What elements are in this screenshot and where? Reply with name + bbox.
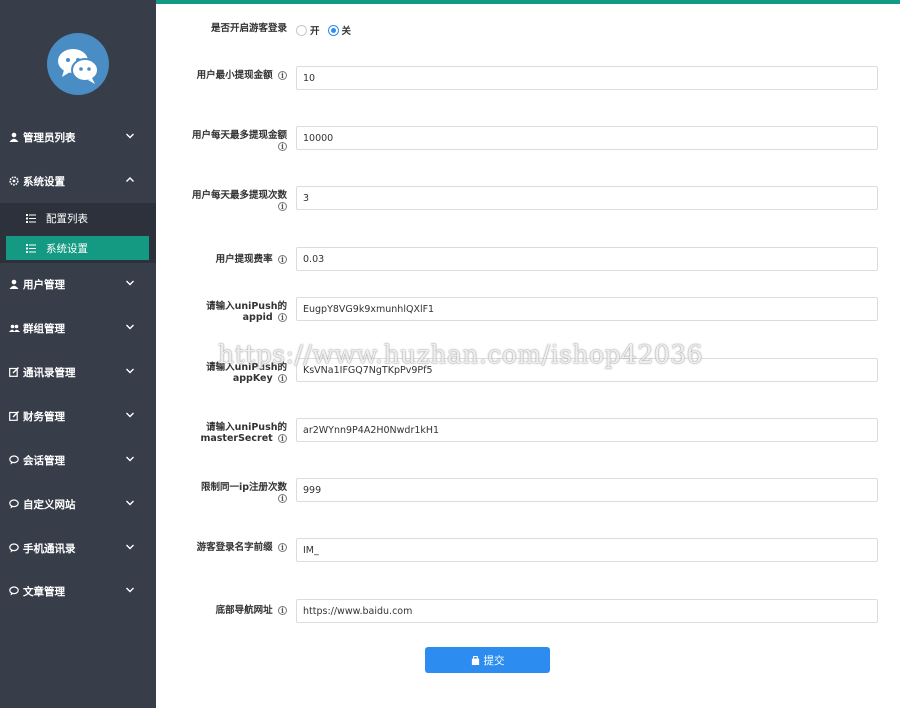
sidebar-item-label: 管理员列表 xyxy=(23,131,76,144)
radio-on[interactable] xyxy=(296,24,307,36)
list-icon xyxy=(26,214,36,223)
form-label: 请输入uniPush的masterSecret i xyxy=(200,422,287,444)
radio-off[interactable] xyxy=(327,24,339,36)
form-label: 是否开启游客登录 xyxy=(210,23,287,34)
chevron-down-icon xyxy=(126,280,134,286)
sidebar-item-label: 财务管理 xyxy=(23,410,65,423)
chevron-down-icon xyxy=(126,500,134,506)
max-daily-withdraw-amount-input[interactable] xyxy=(296,126,878,150)
guest-login-radio-group: 开 关 xyxy=(296,23,359,37)
submenu-system-settings: 配置列表 系统设置 xyxy=(0,203,156,263)
form-label: 底部导航网址 i xyxy=(187,605,287,616)
form-label: 请输入uniPush的appid i xyxy=(206,301,287,323)
sidebar-item-label: 用户管理 xyxy=(23,278,65,291)
info-icon[interactable]: i xyxy=(278,71,287,80)
ip-register-limit-input[interactable] xyxy=(296,478,878,502)
sidebar-item-label: 自定义网站 xyxy=(23,498,76,511)
radio-label-on: 开 xyxy=(310,26,320,37)
sidebar-item-finance-management[interactable]: 财务管理 xyxy=(0,396,156,436)
chat-icon xyxy=(8,454,20,466)
top-accent-bar xyxy=(156,0,900,4)
group-icon xyxy=(8,322,20,334)
sidebar-item-admin-list[interactable]: 管理员列表 xyxy=(0,117,156,157)
sidebar-item-user-management[interactable]: 用户管理 xyxy=(0,264,156,304)
form-label: 用户最小提现金额 i xyxy=(187,70,287,81)
info-icon[interactable]: i xyxy=(278,142,287,151)
unipush-mastersecret-input[interactable] xyxy=(296,418,878,442)
chat-icon xyxy=(8,542,20,554)
wechat-logo xyxy=(47,33,109,95)
unipush-appkey-input[interactable] xyxy=(296,358,878,382)
sidebar-subitem-system-settings[interactable]: 系统设置 xyxy=(6,236,149,260)
sidebar-item-label: 文章管理 xyxy=(23,585,65,598)
min-withdraw-amount-input[interactable] xyxy=(296,66,878,90)
user-icon xyxy=(8,131,20,143)
gear-icon xyxy=(8,175,20,187)
bottom-nav-url-input[interactable] xyxy=(296,599,878,623)
info-icon[interactable]: i xyxy=(278,202,287,211)
chevron-down-icon xyxy=(126,587,134,593)
submit-label: 提交 xyxy=(483,654,505,667)
sidebar: 管理员列表 系统设置 配置列表 系统设置 用户管理 群组管理 通讯录管理 财务管… xyxy=(0,0,156,708)
edit-icon xyxy=(8,366,20,378)
withdraw-fee-rate-input[interactable] xyxy=(296,247,878,271)
chevron-down-icon xyxy=(126,133,134,139)
sidebar-item-label: 通讯录管理 xyxy=(23,366,76,379)
sidebar-subitem-label: 系统设置 xyxy=(46,242,88,255)
sidebar-item-label: 系统设置 xyxy=(23,175,65,188)
form-label: 请输入uniPush的appKey i xyxy=(206,362,287,384)
user-icon xyxy=(8,278,20,290)
form-label: 用户每天最多提现次数 i xyxy=(191,190,287,211)
chevron-down-icon xyxy=(126,544,134,550)
sidebar-item-system-settings[interactable]: 系统设置 xyxy=(0,161,156,201)
chevron-down-icon xyxy=(126,368,134,374)
sidebar-item-phone-contacts[interactable]: 手机通讯录 xyxy=(0,528,156,568)
info-icon[interactable]: i xyxy=(278,543,287,552)
chevron-down-icon xyxy=(126,324,134,330)
info-icon[interactable]: i xyxy=(278,374,287,383)
max-daily-withdraw-count-input[interactable] xyxy=(296,186,878,210)
form-label: 限制同一ip注册次数 i xyxy=(200,482,287,503)
sidebar-item-label: 会话管理 xyxy=(23,454,65,467)
sidebar-item-session-management[interactable]: 会话管理 xyxy=(0,440,156,480)
info-icon[interactable]: i xyxy=(278,494,287,503)
sidebar-subitem-label: 配置列表 xyxy=(46,212,88,225)
sidebar-item-label: 群组管理 xyxy=(23,322,65,335)
sidebar-item-article-management[interactable]: 文章管理 xyxy=(0,571,156,611)
submit-button[interactable]: 提交 xyxy=(425,647,550,673)
submit-icon xyxy=(471,655,479,665)
sidebar-subitem-config-list[interactable]: 配置列表 xyxy=(6,206,149,230)
unipush-appid-input[interactable] xyxy=(296,297,878,321)
chevron-up-icon xyxy=(126,177,134,182)
chevron-down-icon xyxy=(126,412,134,418)
form-label: 用户每天最多提现金额 i xyxy=(191,130,287,151)
sidebar-item-contacts-management[interactable]: 通讯录管理 xyxy=(0,352,156,392)
sidebar-item-custom-website[interactable]: 自定义网站 xyxy=(0,484,156,524)
form-label: 用户提现费率 i xyxy=(187,254,287,265)
info-icon[interactable]: i xyxy=(278,606,287,615)
form-label: 游客登录名字前缀 i xyxy=(187,542,287,553)
chat-icon xyxy=(8,498,20,510)
guest-name-prefix-input[interactable] xyxy=(296,538,878,562)
list-icon xyxy=(26,244,36,253)
info-icon[interactable]: i xyxy=(278,313,287,322)
info-icon[interactable]: i xyxy=(278,255,287,264)
edit-icon xyxy=(8,410,20,422)
radio-label-off: 关 xyxy=(341,26,352,37)
info-icon[interactable]: i xyxy=(278,434,287,443)
chat-icon xyxy=(8,585,20,597)
chevron-down-icon xyxy=(126,456,134,462)
sidebar-item-group-management[interactable]: 群组管理 xyxy=(0,308,156,348)
sidebar-item-label: 手机通讯录 xyxy=(23,542,76,555)
